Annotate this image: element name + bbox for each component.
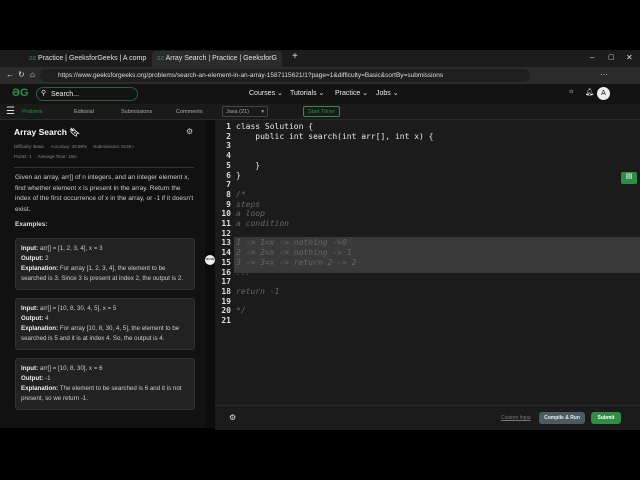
line-number: 20 xyxy=(221,306,231,316)
editor-actions: ⚙ Custom Input Compile & Run Submit xyxy=(215,405,640,430)
tab-title: Practice | GeeksforGeeks | A comp xyxy=(37,55,147,62)
line-number: 16 xyxy=(221,267,231,277)
minimize-button[interactable]: – xyxy=(590,53,594,62)
example-box: Input: arr[] = [1, 2, 3, 4], x = 3 Output… xyxy=(15,238,195,290)
close-button[interactable]: ✕ xyxy=(626,53,633,62)
browser-tab-bar: ƨƨ Practice | GeeksforGeeks | A comp ƨƨ … xyxy=(0,50,640,67)
line-number: 19 xyxy=(221,296,231,306)
code-line: 3 -> 3=x -> return 2 -> 2 xyxy=(236,257,357,267)
line-number: 12 xyxy=(221,228,231,238)
back-icon[interactable]: ← xyxy=(6,70,14,79)
code-line: } xyxy=(236,170,241,180)
line-number: 3 xyxy=(226,141,231,151)
code-line: 1 -> 1=x -> nothing ->0 xyxy=(236,238,347,248)
code-line: a condition xyxy=(236,219,289,228)
browser-tab[interactable]: ƨƨ Practice | GeeksforGeeks | A comp xyxy=(24,51,151,67)
address-bar-row: ← ↻ ⌂ https://www.geeksforgeeks.org/prob… xyxy=(0,67,640,84)
problem-title: Array Search 🔖︎ xyxy=(14,127,81,137)
examples-list: Input: arr[] = [1, 2, 3, 4], x = 3 Output… xyxy=(0,238,205,418)
reload-icon[interactable]: ↻ xyxy=(18,70,25,79)
start-timer-button[interactable]: Start Timer xyxy=(303,106,340,117)
code-line: public int search(int arr[], int x) { xyxy=(236,131,434,141)
tab-title: Array Search | Practice | GeeksforG xyxy=(165,55,277,62)
bookmark-icon[interactable]: 🔖︎ xyxy=(69,127,80,137)
avatar[interactable]: A xyxy=(597,87,610,100)
example-box: Input: arr[] = [10, 8, 30], x = 6 Output:… xyxy=(15,358,195,410)
search-input[interactable]: ⚲ Search... xyxy=(36,87,138,101)
line-number: 14 xyxy=(221,248,231,258)
browser-tab-active[interactable]: ƨƨ Array Search | Practice | GeeksforG xyxy=(152,51,282,67)
gfg-logo-icon[interactable]: ƏG xyxy=(12,87,29,99)
code-line: return -1 xyxy=(236,286,280,296)
chat-icon[interactable]: ▤ xyxy=(621,172,637,184)
line-number: 4 xyxy=(226,151,231,161)
nav-jobs[interactable]: Jobs ⌄ xyxy=(376,89,399,97)
menu-icon[interactable]: ☰ xyxy=(6,106,15,117)
tab-submissions[interactable]: Submissions xyxy=(121,109,152,115)
url-text: https://www.geeksforgeeks.org/problems/s… xyxy=(58,72,444,79)
code-line: /* xyxy=(236,189,246,199)
theme-toggle-icon[interactable]: ☼ xyxy=(568,88,574,95)
line-number: 7 xyxy=(226,180,231,190)
search-placeholder: Search... xyxy=(51,91,80,98)
code-line: class Solution { xyxy=(236,122,314,131)
code-line: } xyxy=(236,160,261,170)
home-icon[interactable]: ⌂ xyxy=(30,70,35,79)
problem-subnav: ☰ Problem Editorial Submissions Comments… xyxy=(0,104,640,120)
code-editor[interactable]: 1 class Solution { 2 public int search(int… xyxy=(215,120,640,405)
notification-icon[interactable]: 🔔︎ xyxy=(585,88,594,96)
line-number: 18 xyxy=(221,286,231,296)
code-line: steps xyxy=(236,199,261,209)
settings-icon[interactable]: ⚙ xyxy=(229,413,236,422)
line-number: 9 xyxy=(226,199,231,209)
new-tab-button[interactable]: + xyxy=(292,51,298,62)
nav-courses[interactable]: Courses ⌄ xyxy=(249,89,283,97)
line-number: 21 xyxy=(221,316,231,325)
tab-editorial[interactable]: Editorial xyxy=(74,109,94,115)
line-number: 1 xyxy=(226,122,231,131)
compile-run-button[interactable]: Compile & Run xyxy=(539,412,585,424)
line-number: 17 xyxy=(221,277,231,287)
tab-problem[interactable]: Problem xyxy=(22,109,42,115)
more-icon[interactable]: ··· xyxy=(600,70,608,79)
line-number: 6 xyxy=(226,170,231,180)
line-number: 11 xyxy=(221,219,231,228)
submit-button[interactable]: Submit xyxy=(591,412,621,424)
maximize-button[interactable]: ▢ xyxy=(608,53,615,61)
example-box: Input: arr[] = [10, 8, 30, 4, 5], x = 5O… xyxy=(15,298,195,350)
code-line: */ xyxy=(236,306,246,316)
code-line: 2 -> 2=x -> nothing -> 1 xyxy=(236,248,352,258)
line-number: 10 xyxy=(221,209,231,219)
tab-comments[interactable]: Comments xyxy=(176,109,203,115)
bug-report-icon[interactable]: ⚙ xyxy=(186,127,193,136)
problem-description: Given an array, arr[] of n integers, and… xyxy=(15,174,194,213)
search-icon: ⚲ xyxy=(41,90,47,97)
examples-heading: Examples: xyxy=(15,221,48,228)
panel-resize-handle[interactable]: ⟺ xyxy=(205,120,215,428)
problem-panel: Array Search 🔖︎ ⚙ Difficulty: Basic Accu… xyxy=(0,120,205,428)
site-header: ƏG ⚲ Search... Courses ⌄ Tutorials ⌄ Prac… xyxy=(0,84,640,104)
line-number: 13 xyxy=(221,238,231,248)
line-number: 2 xyxy=(226,131,231,141)
nav-practice[interactable]: Practice ⌄ xyxy=(335,89,368,97)
line-number: 15 xyxy=(221,257,231,267)
custom-input-link[interactable]: Custom Input xyxy=(501,415,531,421)
nav-tutorials[interactable]: Tutorials ⌄ xyxy=(290,89,324,97)
problem-meta: Difficulty: Basic Accuracy: 40.98% Submi… xyxy=(14,144,135,159)
code-line: a loop xyxy=(236,209,265,219)
language-select[interactable]: Java (21) ▾ xyxy=(222,106,268,117)
line-number: 8 xyxy=(226,189,231,199)
line-number: 5 xyxy=(226,160,231,170)
code-line: ... xyxy=(236,267,251,277)
url-input[interactable]: https://www.geeksforgeeks.org/problems/s… xyxy=(40,69,530,82)
